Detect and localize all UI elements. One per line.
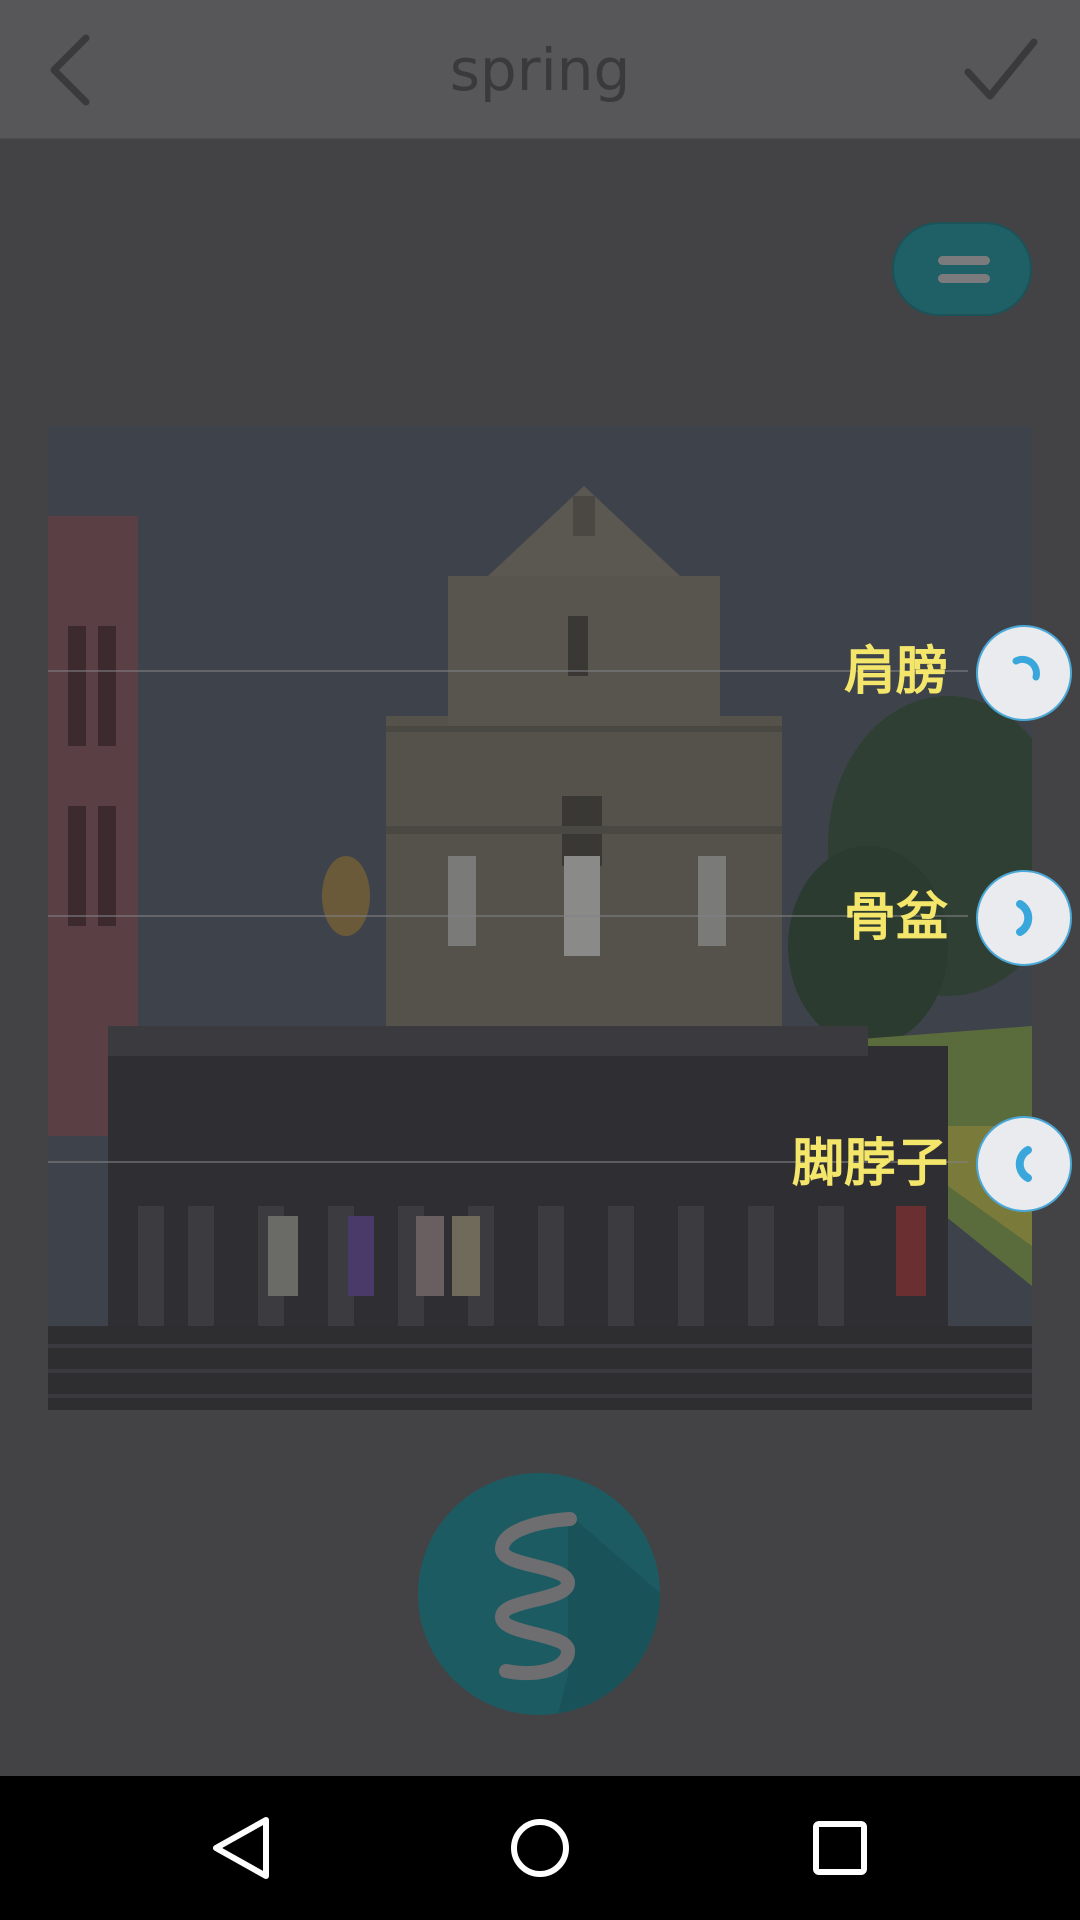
marker-label-ankle: 脚脖子 — [791, 1134, 948, 1194]
nav-back-button[interactable] — [190, 1798, 290, 1898]
checkmark-icon — [964, 38, 1038, 100]
marker-handle-shoulder[interactable] — [976, 625, 1072, 721]
triangle-back-icon — [213, 1817, 269, 1879]
app-screen: spring 肩膀 骨盆 脚脖子 — [0, 0, 1080, 1920]
rotate-clockwise-icon — [1012, 655, 1040, 681]
nav-home-button[interactable] — [490, 1798, 590, 1898]
menu-button[interactable] — [892, 222, 1032, 316]
arc-left-icon — [1015, 1146, 1032, 1182]
spring-coil-icon — [494, 1512, 660, 1715]
guide-line-pelvis — [48, 915, 968, 917]
menu-icon — [938, 256, 990, 265]
top-bar: spring — [0, 0, 1080, 139]
arc-right-icon — [1016, 900, 1033, 936]
confirm-button[interactable] — [962, 32, 1040, 110]
circle-home-icon — [511, 1819, 569, 1877]
system-nav-bar — [0, 1776, 1080, 1920]
spring-button[interactable] — [418, 1473, 660, 1715]
guide-line-shoulder — [48, 670, 968, 672]
page-title: spring — [449, 36, 631, 104]
marker-label-pelvis: 骨盆 — [843, 888, 948, 948]
square-recents-icon — [813, 1821, 867, 1875]
marker-handle-pelvis[interactable] — [976, 870, 1072, 966]
marker-label-shoulder: 肩膀 — [843, 642, 948, 702]
menu-icon-bar — [938, 274, 990, 283]
nav-recents-button[interactable] — [790, 1798, 890, 1898]
marker-handle-ankle[interactable] — [976, 1116, 1072, 1212]
